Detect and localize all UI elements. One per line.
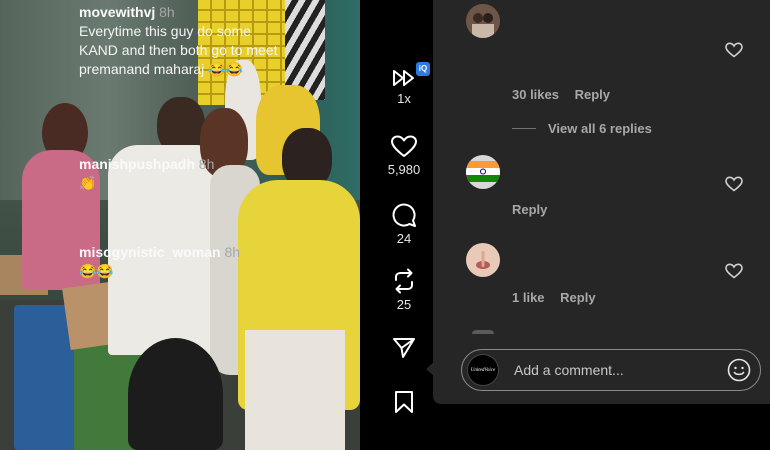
avatar-image (466, 155, 500, 189)
comment-time: 8h (159, 4, 175, 20)
comment-username[interactable]: manishpushpadh (79, 156, 195, 172)
user-avatar: UnitedVoice (467, 354, 499, 386)
comment-likes[interactable]: 30 likes (512, 87, 559, 102)
comment-text: Everytime this guy do some KAND and then… (79, 23, 278, 77)
fast-forward-icon (393, 70, 414, 86)
bookmark-icon (395, 391, 413, 413)
smiley-icon[interactable] (727, 358, 751, 382)
comment-username[interactable]: movewithvj (79, 4, 155, 20)
avatar-image (466, 243, 500, 277)
repost-icon (395, 268, 413, 294)
comment-time: 8h (224, 244, 241, 260)
comment-icon (392, 203, 416, 227)
video-figure (128, 338, 223, 450)
comment-meta: 30 likes Reply (512, 87, 622, 102)
comment-meta: Reply (512, 202, 559, 217)
reply-button[interactable]: Reply (512, 202, 547, 217)
video-figure (245, 330, 345, 450)
avatar[interactable] (466, 155, 500, 189)
comment-text-block: misogynistic_woman 8h 😂😂 (79, 243, 309, 281)
avatar-image (466, 4, 500, 38)
comment-input[interactable] (514, 360, 714, 380)
comment-meta: 1 like Reply (512, 290, 608, 305)
avatar (472, 330, 494, 334)
comment-likes[interactable]: 1 like (512, 290, 545, 305)
comment-time: 8h (198, 156, 215, 172)
comment-text-block: manishpushpadh 8h 👏 (79, 155, 309, 193)
comments-panel (433, 0, 770, 404)
comment-like-heart-icon[interactable] (725, 263, 743, 279)
comment-like-heart-icon[interactable] (725, 42, 743, 58)
comment-text: 😂😂 (79, 263, 114, 279)
replies-divider (512, 128, 536, 129)
reel-viewer: iQ 1x 5,980 24 25 movewithvj 8h Everytim… (0, 0, 770, 450)
comment-like-heart-icon[interactable] (725, 176, 743, 192)
panel-caret (426, 362, 434, 376)
comment-composer: UnitedVoice (461, 349, 761, 391)
send-icon (393, 338, 415, 358)
avatar[interactable] (466, 243, 500, 277)
reply-button[interactable]: Reply (575, 87, 610, 102)
view-replies-button[interactable]: View all 6 replies (548, 121, 652, 136)
comment-text: 👏 (79, 175, 97, 191)
comment-text-block: movewithvj 8h Everytime this guy do some… (79, 3, 289, 79)
comment-username[interactable]: misogynistic_woman (79, 244, 221, 260)
reply-button[interactable]: Reply (560, 290, 595, 305)
heart-icon (391, 135, 417, 157)
avatar[interactable] (466, 4, 500, 38)
